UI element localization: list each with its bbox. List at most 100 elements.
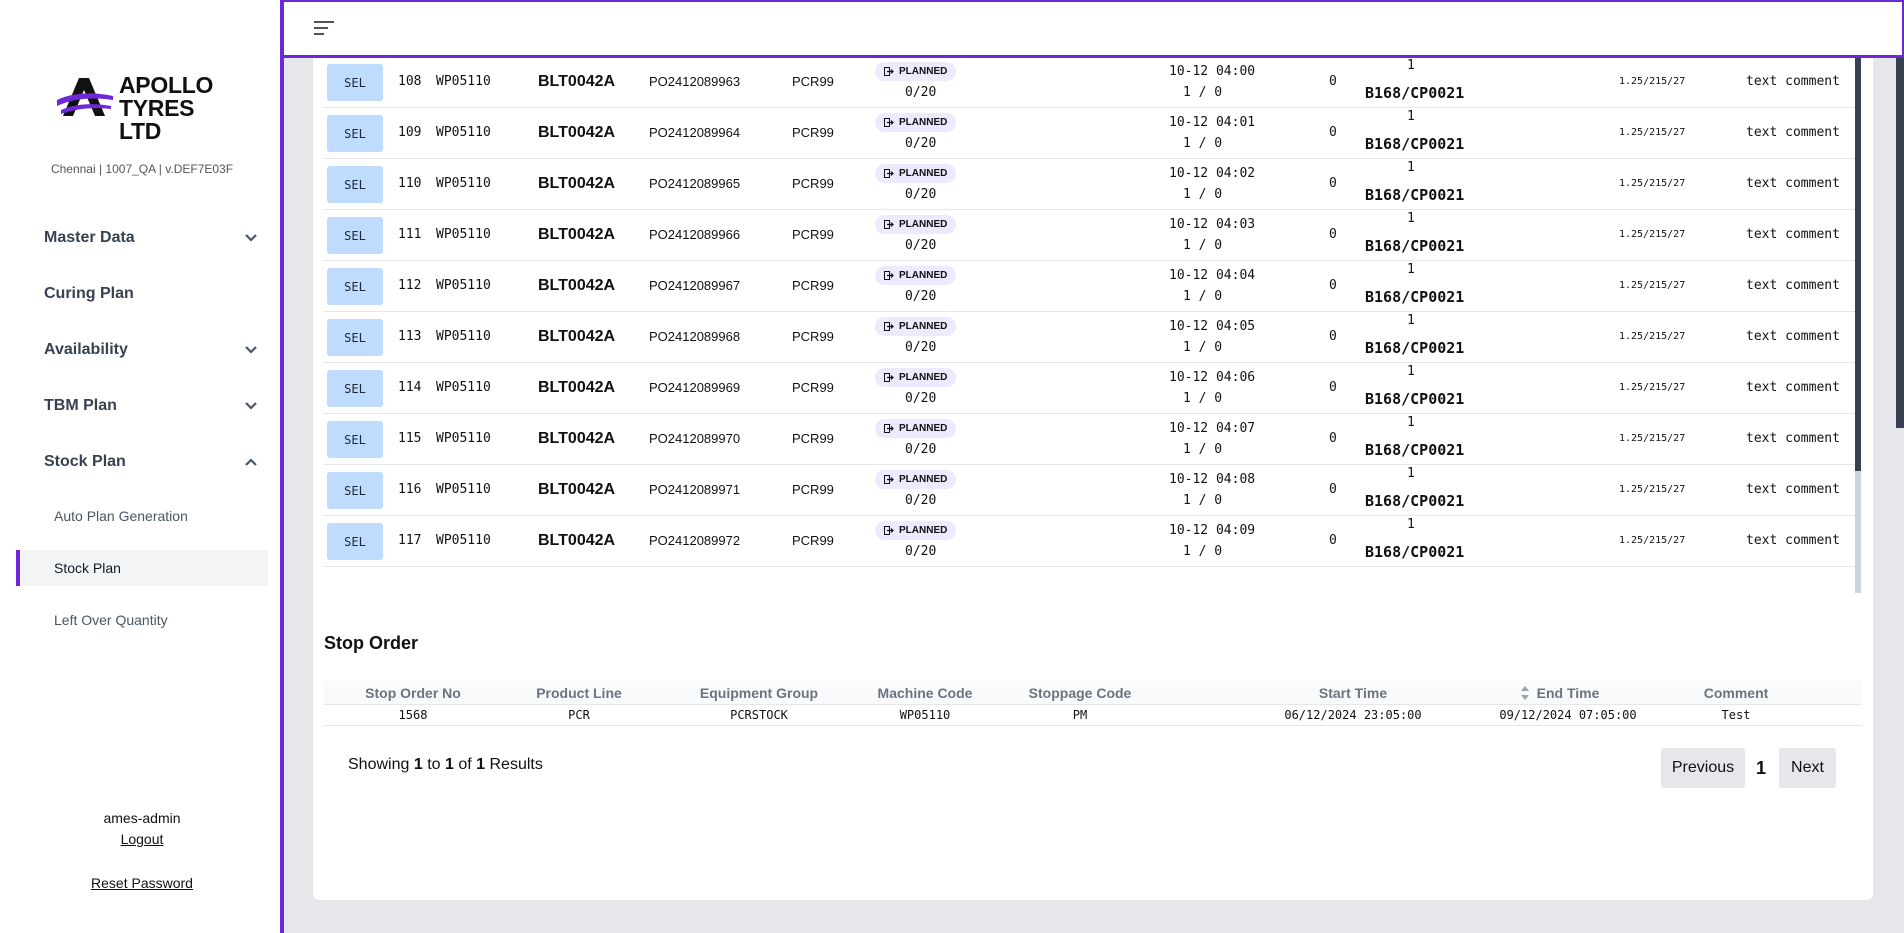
cell-machine: WP05110 — [436, 380, 491, 395]
cell-value: 1 — [1407, 262, 1415, 277]
column-header[interactable]: Equipment Group — [700, 685, 818, 701]
cell-time: 10-12 04:03 — [1169, 217, 1256, 232]
sidebar-item-availability[interactable]: Availability — [0, 322, 284, 378]
select-button[interactable]: SEL — [327, 115, 383, 152]
results-summary: Showing 1 to 1 of 1 Results — [348, 756, 543, 773]
sidebar-item-stock-plan[interactable]: Stock Plan — [0, 434, 284, 490]
stock-plan-table[interactable]: SEL 108 WP05110 BLT0042A PO2412089963 PCR99 0/… — [323, 58, 1855, 593]
sidebar-item-tbm-plan[interactable]: TBM Plan — [0, 378, 284, 434]
column-header[interactable]: Machine Code — [878, 685, 973, 701]
planned-icon — [884, 424, 894, 433]
cell-size: 1.25/215/27 — [1619, 331, 1686, 342]
cell-count: 0 — [1329, 125, 1337, 140]
planned-icon — [884, 526, 894, 535]
cell-time: 10-12 04:05 — [1169, 319, 1256, 334]
cell-comment: text comment — [1746, 482, 1840, 497]
status-badge: PLANNED — [875, 62, 957, 81]
cell-blt-code: BLT0042A — [538, 277, 616, 294]
cell-machine-code: WP05110 — [899, 708, 951, 722]
sidebar-subitem-auto-plan-generation[interactable]: Auto Plan Generation — [0, 490, 284, 542]
planned-icon — [884, 169, 894, 178]
status-badge: PLANNED — [875, 266, 957, 285]
cell-start-time: 06/12/2024 23:05:00 — [1284, 708, 1422, 722]
table-row[interactable]: SEL 115 WP05110 BLT0042A PO2412089970 PCR99 0/… — [323, 414, 1855, 465]
next-page-button[interactable]: Next — [1779, 748, 1836, 788]
select-button[interactable]: SEL — [327, 421, 383, 458]
sort-icon[interactable] — [1520, 685, 1530, 701]
column-header[interactable]: Start Time — [1319, 685, 1387, 701]
table-row[interactable]: SEL 113 WP05110 BLT0042A PO2412089968 PCR99 0/… — [323, 312, 1855, 363]
table-row[interactable]: SEL 112 WP05110 BLT0042A PO2412089967 PCR99 0/… — [323, 261, 1855, 312]
planned-icon — [884, 220, 894, 229]
table-scrollbar-thumb[interactable] — [1855, 58, 1861, 471]
table-row[interactable]: SEL 108 WP05110 BLT0042A PO2412089963 PCR99 0/… — [323, 58, 1855, 108]
cell-machine: WP05110 — [436, 431, 491, 446]
cell-ratio: 1 / 0 — [1183, 187, 1223, 202]
planned-icon — [884, 475, 894, 484]
sidebar-item-master-data[interactable]: Master Data — [0, 210, 284, 266]
cell-product: PCR99 — [792, 227, 834, 242]
previous-page-button[interactable]: Previous — [1661, 748, 1745, 788]
select-button[interactable]: SEL — [327, 64, 383, 101]
sidebar-item-curing-plan[interactable]: Curing Plan — [0, 266, 284, 322]
table-row[interactable]: SEL 117 WP05110 BLT0042A PO2412089972 PCR99 0/… — [323, 516, 1855, 567]
cell-id: 115 — [398, 431, 422, 446]
column-header[interactable]: Stoppage Code — [1029, 685, 1132, 701]
cell-machine: WP05110 — [436, 482, 491, 497]
cell-blt-code: BLT0042A — [538, 175, 616, 192]
status-badge: PLANNED — [875, 164, 957, 183]
column-header[interactable]: End Time — [1537, 685, 1600, 701]
cell-ratio: 1 / 0 — [1183, 442, 1223, 457]
cell-value: 1 — [1407, 415, 1415, 430]
cell-id: 117 — [398, 533, 422, 548]
cell-quantity: 0/20 — [905, 442, 937, 457]
table-row[interactable]: 1568 PCR PCRSTOCK WP05110 PM 06/12/2024 … — [324, 705, 1862, 726]
select-button[interactable]: SEL — [327, 268, 383, 305]
column-header[interactable]: Product Line — [536, 685, 622, 701]
column-header[interactable]: Comment — [1704, 685, 1769, 701]
cell-time: 10-12 04:04 — [1169, 268, 1256, 283]
current-page-number[interactable]: 1 — [1749, 748, 1773, 788]
cell-quantity: 0/20 — [905, 544, 937, 559]
cell-time: 10-12 04:02 — [1169, 166, 1256, 181]
column-header[interactable]: Stop Order No — [365, 685, 461, 701]
select-button[interactable]: SEL — [327, 523, 383, 560]
cell-po-number: PO2412089970 — [649, 431, 741, 446]
menu-icon[interactable] — [314, 20, 334, 36]
table-row[interactable]: SEL 114 WP05110 BLT0042A PO2412089969 PCR99 0/… — [323, 363, 1855, 414]
status-label: PLANNED — [899, 168, 948, 179]
select-button[interactable]: SEL — [327, 217, 383, 254]
table-row[interactable]: SEL 116 WP05110 BLT0042A PO2412089971 PCR99 0/… — [323, 465, 1855, 516]
cell-comment: text comment — [1746, 533, 1840, 548]
table-row[interactable]: SEL 109 WP05110 BLT0042A PO2412089964 PCR99 0/… — [323, 108, 1855, 159]
cell-stoppage-code: PM — [1072, 708, 1088, 722]
planned-icon — [884, 322, 894, 331]
select-button[interactable]: SEL — [327, 472, 383, 509]
cell-ratio: 1 / 0 — [1183, 391, 1223, 406]
cell-blt-code: BLT0042A — [538, 328, 616, 345]
cell-size: 1.25/215/27 — [1619, 433, 1686, 444]
cell-count: 0 — [1329, 482, 1337, 497]
page-scrollbar-thumb[interactable] — [1896, 58, 1904, 428]
cell-po-number: PO2412089963 — [649, 74, 741, 89]
table-row[interactable]: SEL 111 WP05110 BLT0042A PO2412089966 PCR99 0/… — [323, 210, 1855, 261]
sidebar: APOLLO TYRES LTD Chennai | 1007_QA | v.D… — [0, 0, 284, 933]
sidebar-item-label: Availability — [44, 341, 128, 358]
logout-link[interactable]: Logout — [0, 831, 284, 847]
status-badge: PLANNED — [875, 419, 957, 438]
chevron-up-icon — [245, 458, 257, 466]
select-button[interactable]: SEL — [327, 370, 383, 407]
cell-end-time: 09/12/2024 07:05:00 — [1499, 708, 1637, 722]
cell-value: 1 — [1407, 160, 1415, 175]
select-button[interactable]: SEL — [327, 319, 383, 356]
sidebar-subitem-stock-plan[interactable]: Stock Plan — [16, 550, 268, 586]
table-row[interactable]: SEL 110 WP05110 BLT0042A PO2412089965 PCR99 0/… — [323, 159, 1855, 210]
cell-comment: text comment — [1746, 176, 1840, 191]
top-bar — [284, 0, 1904, 58]
cell-product-line: PCR — [568, 708, 590, 722]
reset-password-link[interactable]: Reset Password — [0, 875, 284, 891]
apollo-logo-mark-icon — [57, 78, 113, 116]
cell-count: 0 — [1329, 533, 1337, 548]
select-button[interactable]: SEL — [327, 166, 383, 203]
sidebar-subitem-left-over-quantity[interactable]: Left Over Quantity — [0, 594, 284, 646]
